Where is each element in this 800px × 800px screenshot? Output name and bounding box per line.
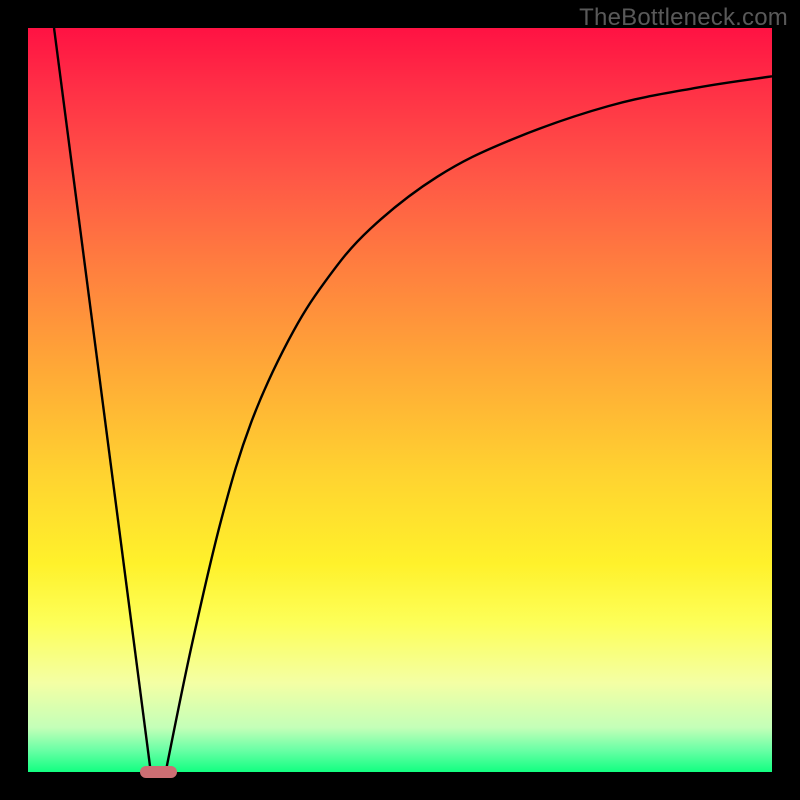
left-line-path [54, 28, 151, 772]
chart-frame: TheBottleneck.com [0, 0, 800, 800]
right-curve-path [166, 76, 772, 772]
optimal-point-marker [140, 766, 177, 779]
plot-area [28, 28, 772, 772]
curve-layer [28, 28, 772, 772]
watermark-text: TheBottleneck.com [579, 4, 788, 32]
